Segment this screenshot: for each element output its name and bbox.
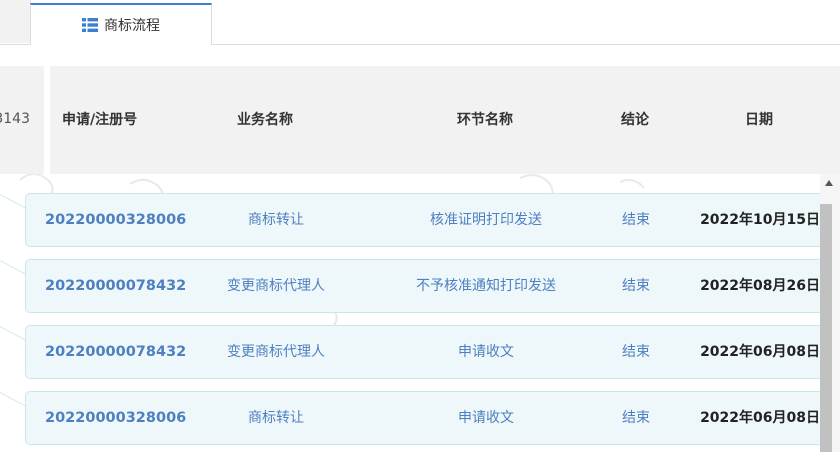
tab-label: 商标流程 <box>104 18 160 34</box>
table-header: 申请/注册号 业务名称 环节名称 结论 日期 <box>50 66 840 174</box>
cell-result: 结束 <box>622 410 650 426</box>
cell-reg-no[interactable]: 20220000078432 <box>45 326 186 378</box>
tab-trademark-process[interactable]: 商标流程 <box>30 3 212 47</box>
cell-business: 商标转让 <box>248 410 304 426</box>
tab-previous[interactable] <box>0 0 31 43</box>
cell-date: 2022年06月08日 <box>700 410 820 426</box>
cell-date: 2022年06月08日 <box>700 344 820 360</box>
cell-business: 商标转让 <box>248 212 304 228</box>
header-business: 业务名称 <box>237 112 293 128</box>
left-partial-text: 3143 <box>0 111 30 127</box>
cell-step: 申请收文 <box>458 410 514 426</box>
scroll-thumb[interactable] <box>820 204 832 452</box>
table-row[interactable]: 20220000078432 变更商标代理人 申请收文 结束 2022年06月0… <box>25 325 820 379</box>
cell-result: 结束 <box>622 344 650 360</box>
table-row[interactable]: 20220000328006 商标转让 申请收文 结束 2022年06月08日 <box>25 391 820 445</box>
cell-date: 2022年10月15日 <box>700 212 820 228</box>
cell-result: 结束 <box>622 212 650 228</box>
header-date: 日期 <box>745 112 773 128</box>
cell-reg-no[interactable]: 20220000328006 <box>45 194 186 246</box>
cell-reg-no[interactable]: 20220000078432 <box>45 260 186 312</box>
table-row[interactable]: 20220000078432 变更商标代理人 不予核准通知打印发送 结束 202… <box>25 259 820 313</box>
header-reg-no: 申请/注册号 <box>62 112 138 128</box>
vertical-scrollbar[interactable] <box>820 174 840 452</box>
cell-step: 核准证明打印发送 <box>430 212 542 228</box>
scroll-up-arrow-icon[interactable] <box>825 180 833 186</box>
table-row[interactable]: 20220000328006 商标转让 核准证明打印发送 结束 2022年10月… <box>25 193 820 247</box>
cell-step: 申请收文 <box>458 344 514 360</box>
cell-reg-no[interactable]: 20220000328006 <box>45 392 186 444</box>
list-icon <box>82 18 98 32</box>
cell-result: 结束 <box>622 278 650 294</box>
left-partial-column: 3143 <box>0 66 44 174</box>
cell-date: 2022年08月26日 <box>700 278 820 294</box>
cell-business: 变更商标代理人 <box>227 278 325 294</box>
cell-business: 变更商标代理人 <box>227 344 325 360</box>
header-step: 环节名称 <box>457 112 513 128</box>
cell-step: 不予核准通知打印发送 <box>416 278 556 294</box>
tab-bar: 商标流程 <box>0 0 840 47</box>
header-result: 结论 <box>621 112 649 128</box>
table-body: 20220000328006 商标转让 核准证明打印发送 结束 2022年10月… <box>0 174 820 452</box>
